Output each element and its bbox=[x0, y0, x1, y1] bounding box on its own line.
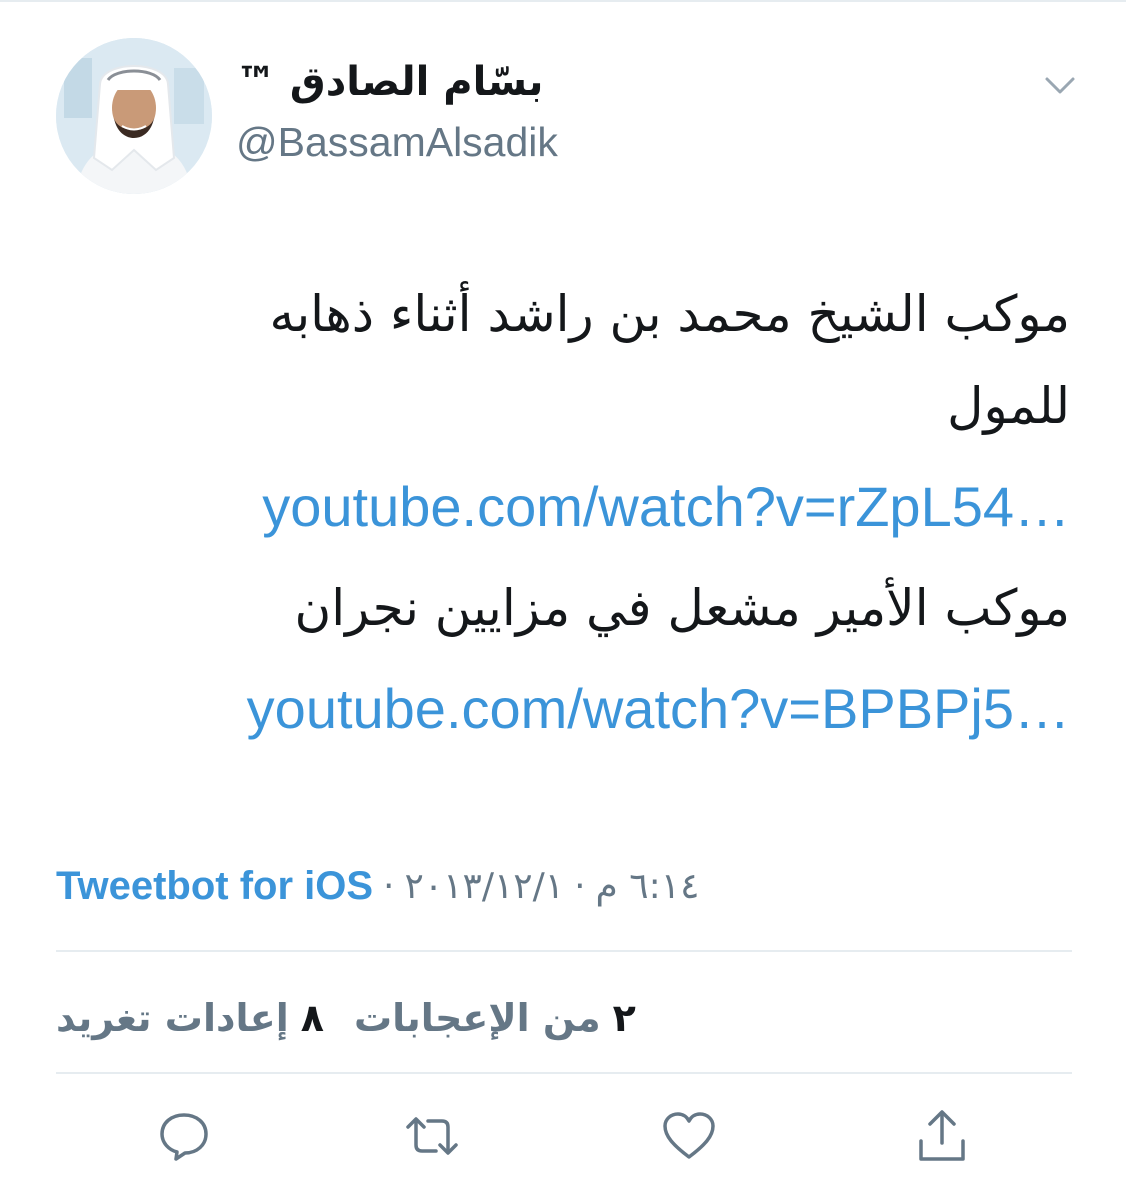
tweet-text: موكب الشيخ محمد بن راشد أثناء ذهابه للمو… bbox=[56, 268, 1070, 764]
likes-count: ٢ bbox=[612, 996, 636, 1040]
retweets-stat[interactable]: ٨ إعادات تغريد bbox=[56, 996, 324, 1040]
tweet-meta: Tweetbot for iOS · ٢٠١٣/١٢/١ · ٦:١٤ م bbox=[56, 858, 1070, 914]
retweets-label: إعادات تغريد bbox=[56, 996, 289, 1040]
tweet-actions bbox=[56, 1104, 1072, 1168]
tweet-line-2: للمول bbox=[947, 377, 1070, 435]
tweet-date: ٢٠١٣/١٢/١ bbox=[404, 865, 565, 907]
tweet-line-1: موكب الشيخ محمد بن راشد أثناء ذهابه bbox=[269, 285, 1070, 343]
author-display-name[interactable]: بسّام الصادق ™ bbox=[236, 54, 566, 110]
source-link[interactable]: Tweetbot for iOS bbox=[56, 864, 373, 909]
tweet-link-1[interactable]: youtube.com/watch?v=rZpL54… bbox=[56, 452, 1070, 562]
tweet-time: ٦:١٤ م bbox=[595, 865, 700, 907]
avatar-image bbox=[56, 38, 212, 194]
reply-icon[interactable] bbox=[152, 1104, 216, 1168]
tweet-line-3: موكب الأمير مشعل في مزايين نجران bbox=[294, 579, 1070, 637]
likes-label: من الإعجابات bbox=[353, 996, 601, 1040]
top-divider bbox=[0, 0, 1126, 2]
retweets-count: ٨ bbox=[300, 996, 324, 1040]
meta-separator: · bbox=[383, 865, 395, 907]
tweet-link-2[interactable]: youtube.com/watch?v=BPBPj5… bbox=[56, 654, 1070, 764]
divider bbox=[56, 950, 1072, 952]
author-handle[interactable]: @BassamAlsadik bbox=[236, 116, 656, 168]
retweet-icon[interactable] bbox=[400, 1104, 464, 1168]
avatar[interactable] bbox=[56, 38, 212, 194]
tweet-stats: ٢ من الإعجابات ٨ إعادات تغريد bbox=[56, 990, 1070, 1046]
share-icon[interactable] bbox=[910, 1104, 974, 1168]
heart-icon[interactable] bbox=[657, 1104, 721, 1168]
meta-separator: · bbox=[574, 865, 586, 907]
divider bbox=[56, 1072, 1072, 1074]
chevron-down-icon[interactable] bbox=[1040, 66, 1080, 106]
likes-stat[interactable]: ٢ من الإعجابات bbox=[354, 996, 636, 1040]
